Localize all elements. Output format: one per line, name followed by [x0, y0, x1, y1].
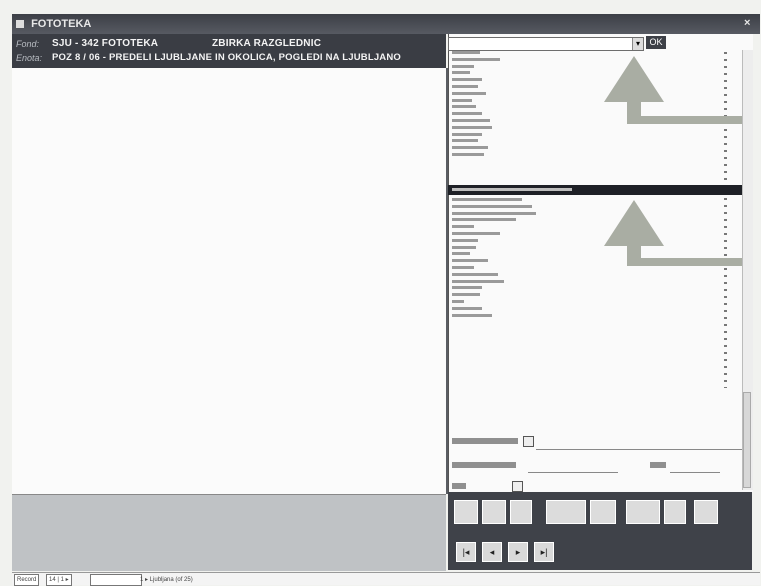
window-title: FOTOTEKA — [31, 18, 92, 30]
window-titlebar: FOTOTEKA × — [12, 14, 760, 34]
list-item[interactable] — [452, 306, 742, 313]
ok-button[interactable]: OK — [646, 36, 666, 49]
toolbar-button[interactable] — [590, 500, 616, 524]
list-item[interactable] — [452, 50, 742, 57]
first-record-button[interactable]: |◂ — [456, 542, 476, 562]
toolbar-button[interactable] — [626, 500, 660, 524]
list-item[interactable] — [452, 125, 742, 132]
list-item[interactable] — [452, 152, 742, 159]
close-icon[interactable]: × — [744, 17, 754, 29]
last-record-button[interactable]: ▸| — [534, 542, 554, 562]
list-item[interactable] — [452, 238, 742, 245]
list-item[interactable] — [452, 211, 742, 218]
list-item[interactable] — [452, 197, 742, 204]
record-field[interactable] — [90, 574, 142, 586]
toolbar-button[interactable] — [664, 500, 686, 524]
field-input[interactable] — [528, 472, 618, 473]
list-item[interactable] — [452, 57, 742, 64]
record-navigation-bar: |◂ ◂ ▸ ▸| — [448, 536, 752, 570]
field-input[interactable] — [670, 472, 720, 473]
list-item[interactable] — [452, 77, 742, 84]
fond-label: Fond: — [16, 39, 40, 49]
bottom-left-panel — [12, 494, 446, 571]
list-item[interactable] — [452, 272, 742, 279]
list-item[interactable] — [452, 217, 742, 224]
list-item[interactable] — [452, 245, 742, 252]
list-item[interactable] — [452, 292, 742, 299]
list-item[interactable] — [452, 64, 742, 71]
fond-value: SJU - 342 FOTOTEKA — [52, 38, 159, 49]
unit-value: POZ 8 / 06 - PREDELI LJUBLJANE IN OKOLIC… — [52, 52, 402, 63]
list-item[interactable] — [452, 279, 742, 286]
count-column-lower — [724, 198, 727, 388]
list-item[interactable] — [452, 104, 742, 111]
collection-value: ZBIRKA RAZGLEDNIC — [212, 38, 322, 49]
list-item[interactable] — [452, 285, 742, 292]
filter-combo[interactable]: ▾ — [448, 37, 644, 51]
status-bar: Record 14 | 1 ▸ 1 ▸ Ljubljana (of 25) — [12, 572, 760, 586]
previous-record-button[interactable]: ◂ — [482, 542, 502, 562]
list-item[interactable] — [452, 231, 742, 238]
field-label — [452, 462, 516, 468]
record-status-text: 1 ▸ Ljubljana (of 25) — [140, 577, 193, 583]
record-info-panel: Fond: SJU - 342 FOTOTEKA ZBIRKA RAZGLEDN… — [12, 34, 446, 68]
field-input[interactable] — [536, 449, 742, 450]
toolbar-button[interactable] — [454, 500, 478, 524]
list-item[interactable] — [452, 313, 742, 320]
list-item[interactable] — [452, 145, 742, 152]
list-item[interactable] — [452, 84, 742, 91]
up-arrow-annotation — [604, 200, 664, 246]
list-item[interactable] — [452, 70, 742, 77]
dropdown-arrow-icon[interactable]: ▾ — [632, 38, 643, 50]
field-button[interactable] — [523, 436, 534, 447]
arrow-bend — [627, 258, 752, 266]
list-item[interactable] — [452, 132, 742, 139]
keyword-list-lower[interactable] — [452, 197, 742, 392]
selected-list-item[interactable] — [448, 185, 752, 195]
toolbar-button[interactable] — [510, 500, 532, 524]
list-item[interactable] — [452, 91, 742, 98]
list-item[interactable] — [452, 98, 742, 105]
toolbar-button[interactable] — [546, 500, 586, 524]
window-icon — [16, 20, 24, 29]
field-label — [452, 438, 518, 444]
arrow-bend — [627, 116, 752, 124]
main-content-area — [12, 68, 448, 494]
list-item[interactable] — [452, 204, 742, 211]
up-arrow-annotation — [604, 56, 664, 102]
list-item[interactable] — [452, 224, 742, 231]
field-label — [452, 483, 466, 489]
list-item[interactable] — [452, 138, 742, 145]
unit-label: Enota: — [16, 53, 43, 63]
action-toolbar — [448, 492, 752, 536]
field-button[interactable] — [512, 481, 523, 492]
scrollbar-thumb[interactable] — [743, 392, 751, 488]
toolbar-button[interactable] — [694, 500, 718, 524]
list-item[interactable] — [452, 299, 742, 306]
field-label — [650, 462, 666, 468]
next-record-button[interactable]: ▸ — [508, 542, 528, 562]
record-number[interactable]: 14 | 1 ▸ — [46, 574, 72, 586]
record-label: Record — [14, 574, 40, 586]
toolbar-button[interactable] — [482, 500, 506, 524]
